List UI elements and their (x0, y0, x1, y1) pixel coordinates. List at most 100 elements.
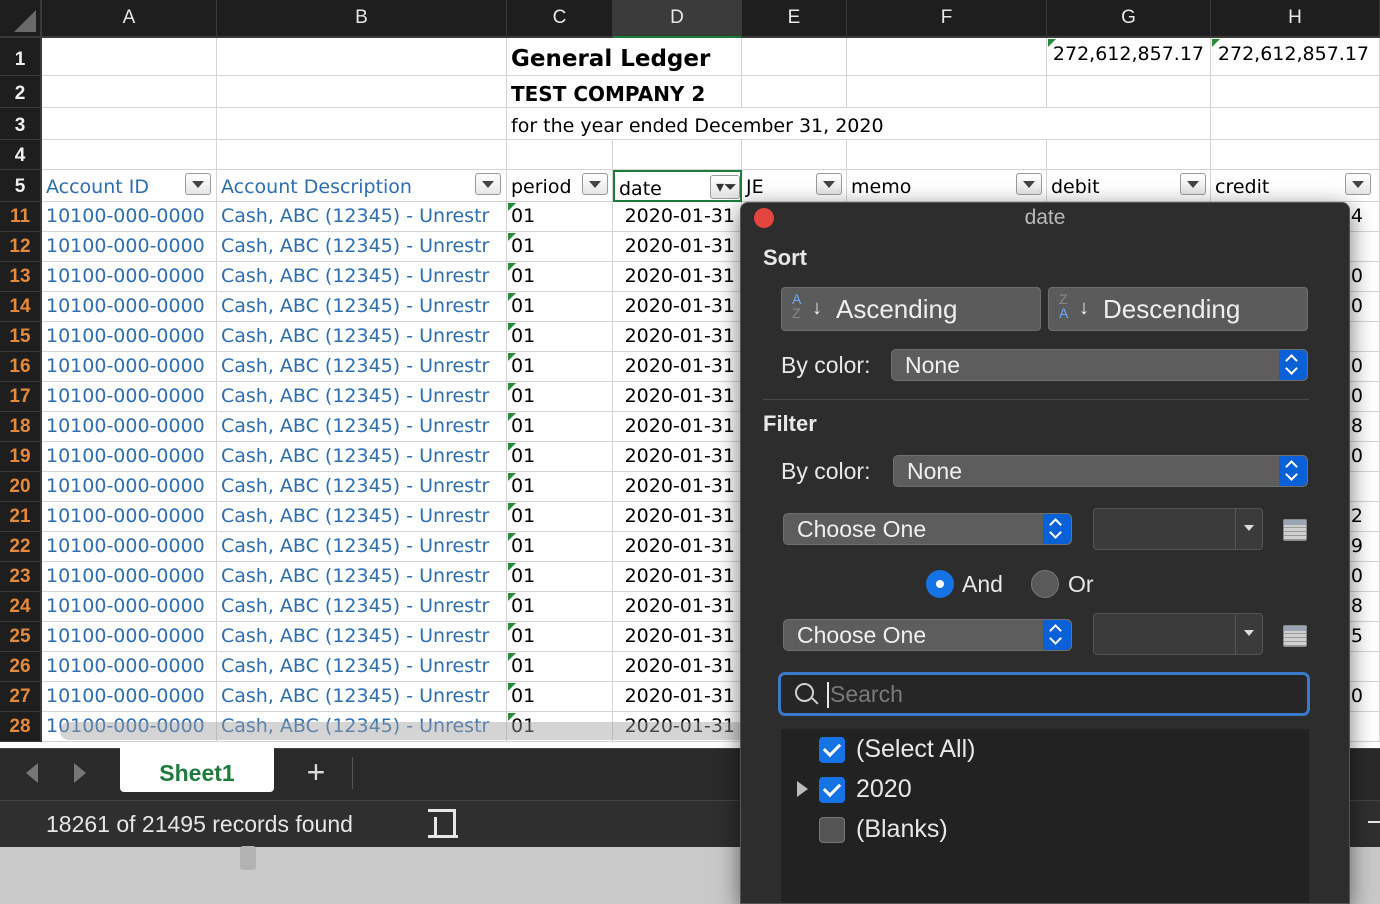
account-description-cell[interactable]: Cash, ABC (12345) - Unrestr (217, 502, 507, 532)
date-cell[interactable]: 2020-01-31 (613, 472, 742, 502)
column-header-b[interactable]: B (217, 0, 507, 38)
select-all-label[interactable]: (Select All) (856, 735, 975, 764)
period-cell[interactable]: 01 (507, 322, 613, 352)
sort-by-color-select[interactable]: None (891, 349, 1308, 381)
filter-dropdown-button[interactable] (1016, 173, 1042, 195)
row-header[interactable]: 16 (0, 352, 42, 382)
ledger-title[interactable]: General Ledger (507, 38, 742, 76)
cell-g2[interactable] (1047, 76, 1211, 108)
row-header[interactable]: 20 (0, 472, 42, 502)
account-description-cell[interactable]: Cash, ABC (12345) - Unrestr (217, 532, 507, 562)
account-id-cell[interactable]: 10100-000-0000 (42, 502, 217, 532)
header-memo[interactable]: memo (847, 170, 1047, 202)
debit-total[interactable]: 272,612,857.17 (1047, 38, 1211, 76)
date-cell[interactable]: 2020-01-31 (613, 262, 742, 292)
period-cell[interactable]: 01 (507, 232, 613, 262)
condition-value-1[interactable] (1093, 508, 1263, 550)
account-description-cell[interactable]: Cash, ABC (12345) - Unrestr (217, 382, 507, 412)
date-cell[interactable]: 2020-01-31 (613, 532, 742, 562)
date-cell[interactable]: 2020-01-31 (613, 592, 742, 622)
filter-dropdown-button[interactable] (185, 173, 211, 195)
account-description-cell[interactable]: Cash, ABC (12345) - Unrestr (217, 472, 507, 502)
cell-h3[interactable] (1211, 108, 1380, 140)
account-id-cell[interactable]: 10100-000-0000 (42, 202, 217, 232)
cell-a4[interactable] (42, 140, 217, 170)
row-header[interactable]: 15 (0, 322, 42, 352)
search-field[interactable]: Search (778, 672, 1310, 716)
cell-h2[interactable] (1211, 76, 1380, 108)
period-cell[interactable]: 01 (507, 592, 613, 622)
account-id-cell[interactable]: 10100-000-0000 (42, 682, 217, 712)
row-header[interactable]: 3 (0, 108, 42, 140)
row-header[interactable]: 11 (0, 202, 42, 232)
date-cell[interactable]: 2020-01-31 (613, 442, 742, 472)
cell-f1[interactable] (847, 38, 1047, 76)
period-cell[interactable]: 01 (507, 412, 613, 442)
date-cell[interactable]: 2020-01-31 (613, 412, 742, 442)
row-header[interactable]: 21 (0, 502, 42, 532)
account-id-cell[interactable]: 10100-000-0000 (42, 262, 217, 292)
row-header[interactable]: 1 (0, 38, 42, 76)
column-header-f[interactable]: F (847, 0, 1047, 38)
row-header[interactable]: 24 (0, 592, 42, 622)
year-2020-checkbox[interactable] (819, 777, 845, 803)
filter-values-list[interactable]: (Select All) 2020 (Blanks) (781, 729, 1309, 903)
cell-c4[interactable] (507, 140, 613, 170)
column-header-e[interactable]: E (742, 0, 847, 38)
account-id-cell[interactable]: 10100-000-0000 (42, 292, 217, 322)
period-cell[interactable]: 01 (507, 622, 613, 652)
period-cell[interactable]: 01 (507, 532, 613, 562)
period-description[interactable]: for the year ended December 31, 2020 (507, 108, 1047, 140)
sort-ascending-button[interactable]: AZ ↓ Ascending (781, 287, 1041, 331)
account-id-cell[interactable]: 10100-000-0000 (42, 322, 217, 352)
column-header-g[interactable]: G (1047, 0, 1211, 38)
header-account-id[interactable]: Account ID (42, 170, 217, 202)
date-cell[interactable]: 2020-01-31 (613, 652, 742, 682)
sort-descending-button[interactable]: ZA ↓ Descending (1048, 287, 1308, 331)
condition-select-2[interactable]: Choose One (783, 619, 1072, 651)
header-debit[interactable]: debit (1047, 170, 1211, 202)
company-name[interactable]: TEST COMPANY 2 (507, 76, 742, 108)
date-cell[interactable]: 2020-01-31 (613, 292, 742, 322)
row-header[interactable]: 23 (0, 562, 42, 592)
account-id-cell[interactable]: 10100-000-0000 (42, 532, 217, 562)
macro-recording-icon[interactable] (428, 809, 456, 835)
row-header[interactable]: 27 (0, 682, 42, 712)
account-id-cell[interactable]: 10100-000-0000 (42, 592, 217, 622)
account-description-cell[interactable]: Cash, ABC (12345) - Unrestr (217, 412, 507, 442)
row-header[interactable]: 26 (0, 652, 42, 682)
cell-b3[interactable] (217, 108, 507, 140)
and-radio[interactable] (926, 570, 954, 598)
row-header[interactable]: 19 (0, 442, 42, 472)
cell-g4[interactable] (1047, 140, 1211, 170)
cell-b1[interactable] (217, 38, 507, 76)
account-description-cell[interactable]: Cash, ABC (12345) - Unrestr (217, 322, 507, 352)
period-cell[interactable]: 01 (507, 292, 613, 322)
account-id-cell[interactable]: 10100-000-0000 (42, 472, 217, 502)
condition-value-2[interactable] (1093, 613, 1263, 655)
cell-e2[interactable] (742, 76, 847, 108)
account-description-cell[interactable]: Cash, ABC (12345) - Unrestr (217, 652, 507, 682)
row-header[interactable]: 28 (0, 712, 42, 742)
cell-a1[interactable] (42, 38, 217, 76)
account-id-cell[interactable]: 10100-000-0000 (42, 232, 217, 262)
cell-b4[interactable] (217, 140, 507, 170)
cell-a2[interactable] (42, 76, 217, 108)
account-description-cell[interactable]: Cash, ABC (12345) - Unrestr (217, 292, 507, 322)
row-header[interactable]: 14 (0, 292, 42, 322)
header-credit[interactable]: credit (1211, 170, 1380, 202)
column-header-h[interactable]: H (1211, 0, 1380, 38)
column-header-a[interactable]: A (42, 0, 217, 38)
period-cell[interactable]: 01 (507, 382, 613, 412)
period-cell[interactable]: 01 (507, 562, 613, 592)
account-description-cell[interactable]: Cash, ABC (12345) - Unrestr (217, 592, 507, 622)
tab-sheet1[interactable]: Sheet1 (120, 748, 274, 792)
period-cell[interactable]: 01 (507, 352, 613, 382)
window-resize-handle[interactable] (240, 846, 256, 870)
period-cell[interactable]: 01 (507, 442, 613, 472)
account-id-cell[interactable]: 10100-000-0000 (42, 382, 217, 412)
date-cell[interactable]: 2020-01-31 (613, 202, 742, 232)
prev-sheet-arrow-icon[interactable] (26, 763, 38, 783)
date-cell[interactable]: 2020-01-31 (613, 502, 742, 532)
filter-dropdown-button[interactable] (816, 173, 842, 195)
